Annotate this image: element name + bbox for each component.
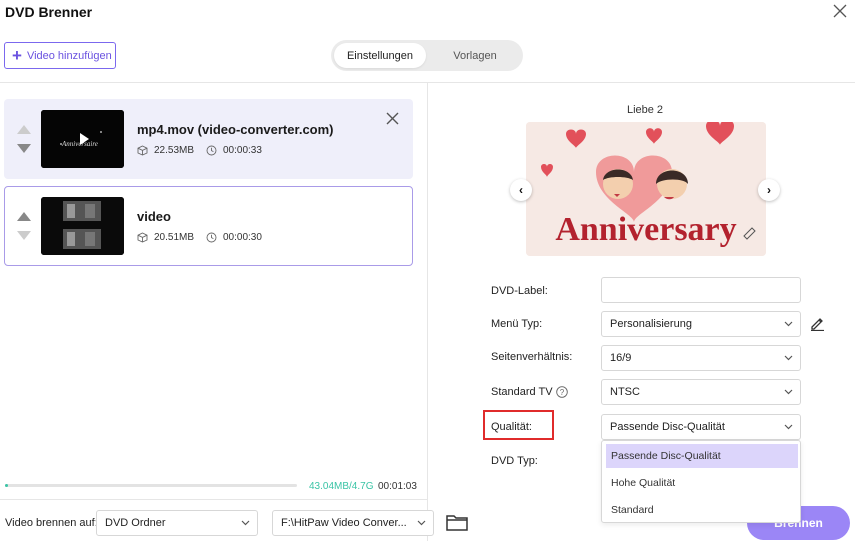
video-size: 22.53MB (137, 145, 194, 156)
quality-highlight-box (483, 410, 554, 440)
remove-video-icon[interactable] (386, 109, 399, 130)
panel-divider (427, 82, 428, 541)
plus-icon: + (12, 46, 22, 65)
burn-to-label: Video brennen auf: (5, 517, 98, 529)
capacity-progress-bar (5, 484, 297, 487)
chevron-down-icon (417, 520, 426, 526)
template-name: Liebe 2 (626, 104, 664, 116)
banner-text: Anniversary (555, 211, 736, 248)
capacity-used: 43.04MB/4.7G (309, 481, 374, 492)
chevron-down-icon (241, 520, 250, 526)
chevron-down-icon (784, 424, 793, 430)
menu-type-select[interactable]: Personalisierung (601, 311, 801, 337)
chevron-down-icon (784, 389, 793, 395)
dvd-label-input[interactable] (601, 277, 801, 303)
video-duration: 00:00:33 (206, 145, 262, 156)
video-list-item[interactable]: video 20.51MB 00:00:30 (4, 186, 413, 266)
dvd-label-label: DVD-Label: (491, 285, 548, 297)
move-down-icon[interactable] (17, 231, 31, 240)
previous-template-button[interactable]: ‹ (510, 179, 532, 201)
chevron-down-icon (784, 321, 793, 327)
add-video-label: Video hinzufügen (26, 49, 112, 62)
quality-select[interactable]: Passende Disc-Qualität (601, 414, 801, 440)
size-icon (137, 232, 148, 243)
dropdown-option[interactable]: Passende Disc-Qualität (606, 444, 798, 468)
next-template-button[interactable]: › (758, 179, 780, 201)
add-video-button[interactable]: + Video hinzufügen (4, 42, 116, 69)
clock-icon (206, 232, 217, 243)
video-thumbnail (41, 197, 124, 255)
video-list-item[interactable]: Anniversaire mp4.mov (video-converter.co… (4, 99, 413, 179)
capacity-progress-fill (5, 484, 8, 487)
svg-text:?: ? (559, 388, 564, 397)
tab-settings[interactable]: Einstellungen (334, 43, 426, 68)
menu-type-label: Menü Typ: (491, 318, 543, 330)
menu-template-preview: Anniversary (526, 122, 766, 256)
footer-divider (0, 499, 427, 500)
help-icon[interactable]: ? (555, 386, 568, 398)
move-up-icon[interactable] (17, 125, 31, 134)
total-duration: 00:01:03 (378, 481, 417, 492)
size-icon (137, 145, 148, 156)
folder-icon[interactable] (446, 514, 468, 534)
aspect-ratio-select[interactable]: 16/9 (601, 345, 801, 371)
dvd-type-label: DVD Typ: (491, 455, 538, 467)
dropdown-option[interactable]: Hohe Qualität (606, 471, 798, 495)
clock-icon (206, 145, 217, 156)
dropdown-option[interactable]: Standard (606, 498, 798, 522)
close-icon[interactable] (830, 3, 850, 23)
tab-templates[interactable]: Vorlagen (430, 43, 520, 68)
video-size: 20.51MB (137, 232, 194, 243)
video-name: video (137, 209, 171, 224)
aspect-ratio-label: Seitenverhältnis: (491, 351, 573, 363)
video-name: mp4.mov (video-converter.com) (137, 122, 334, 137)
video-duration: 00:00:30 (206, 232, 262, 243)
settings-tab-switch: Einstellungen Vorlagen (331, 40, 523, 71)
edit-menu-icon[interactable] (809, 315, 825, 334)
video-thumbnail: Anniversaire (41, 110, 124, 168)
burn-target-select[interactable]: DVD Ordner (96, 510, 258, 536)
move-down-icon[interactable] (17, 144, 31, 153)
thumbnail-text: Anniversaire (61, 140, 98, 148)
window-title: DVD Brenner (5, 4, 93, 20)
output-path-select[interactable]: F:\HitPaw Video Conver... (272, 510, 434, 536)
chevron-down-icon (784, 355, 793, 361)
move-up-icon[interactable] (17, 212, 31, 221)
standard-tv-select[interactable]: NTSC (601, 379, 801, 405)
standard-tv-label: Standard TV ? (491, 386, 568, 398)
quality-dropdown-list: Passende Disc-Qualität Hohe Qualität Sta… (601, 440, 801, 523)
